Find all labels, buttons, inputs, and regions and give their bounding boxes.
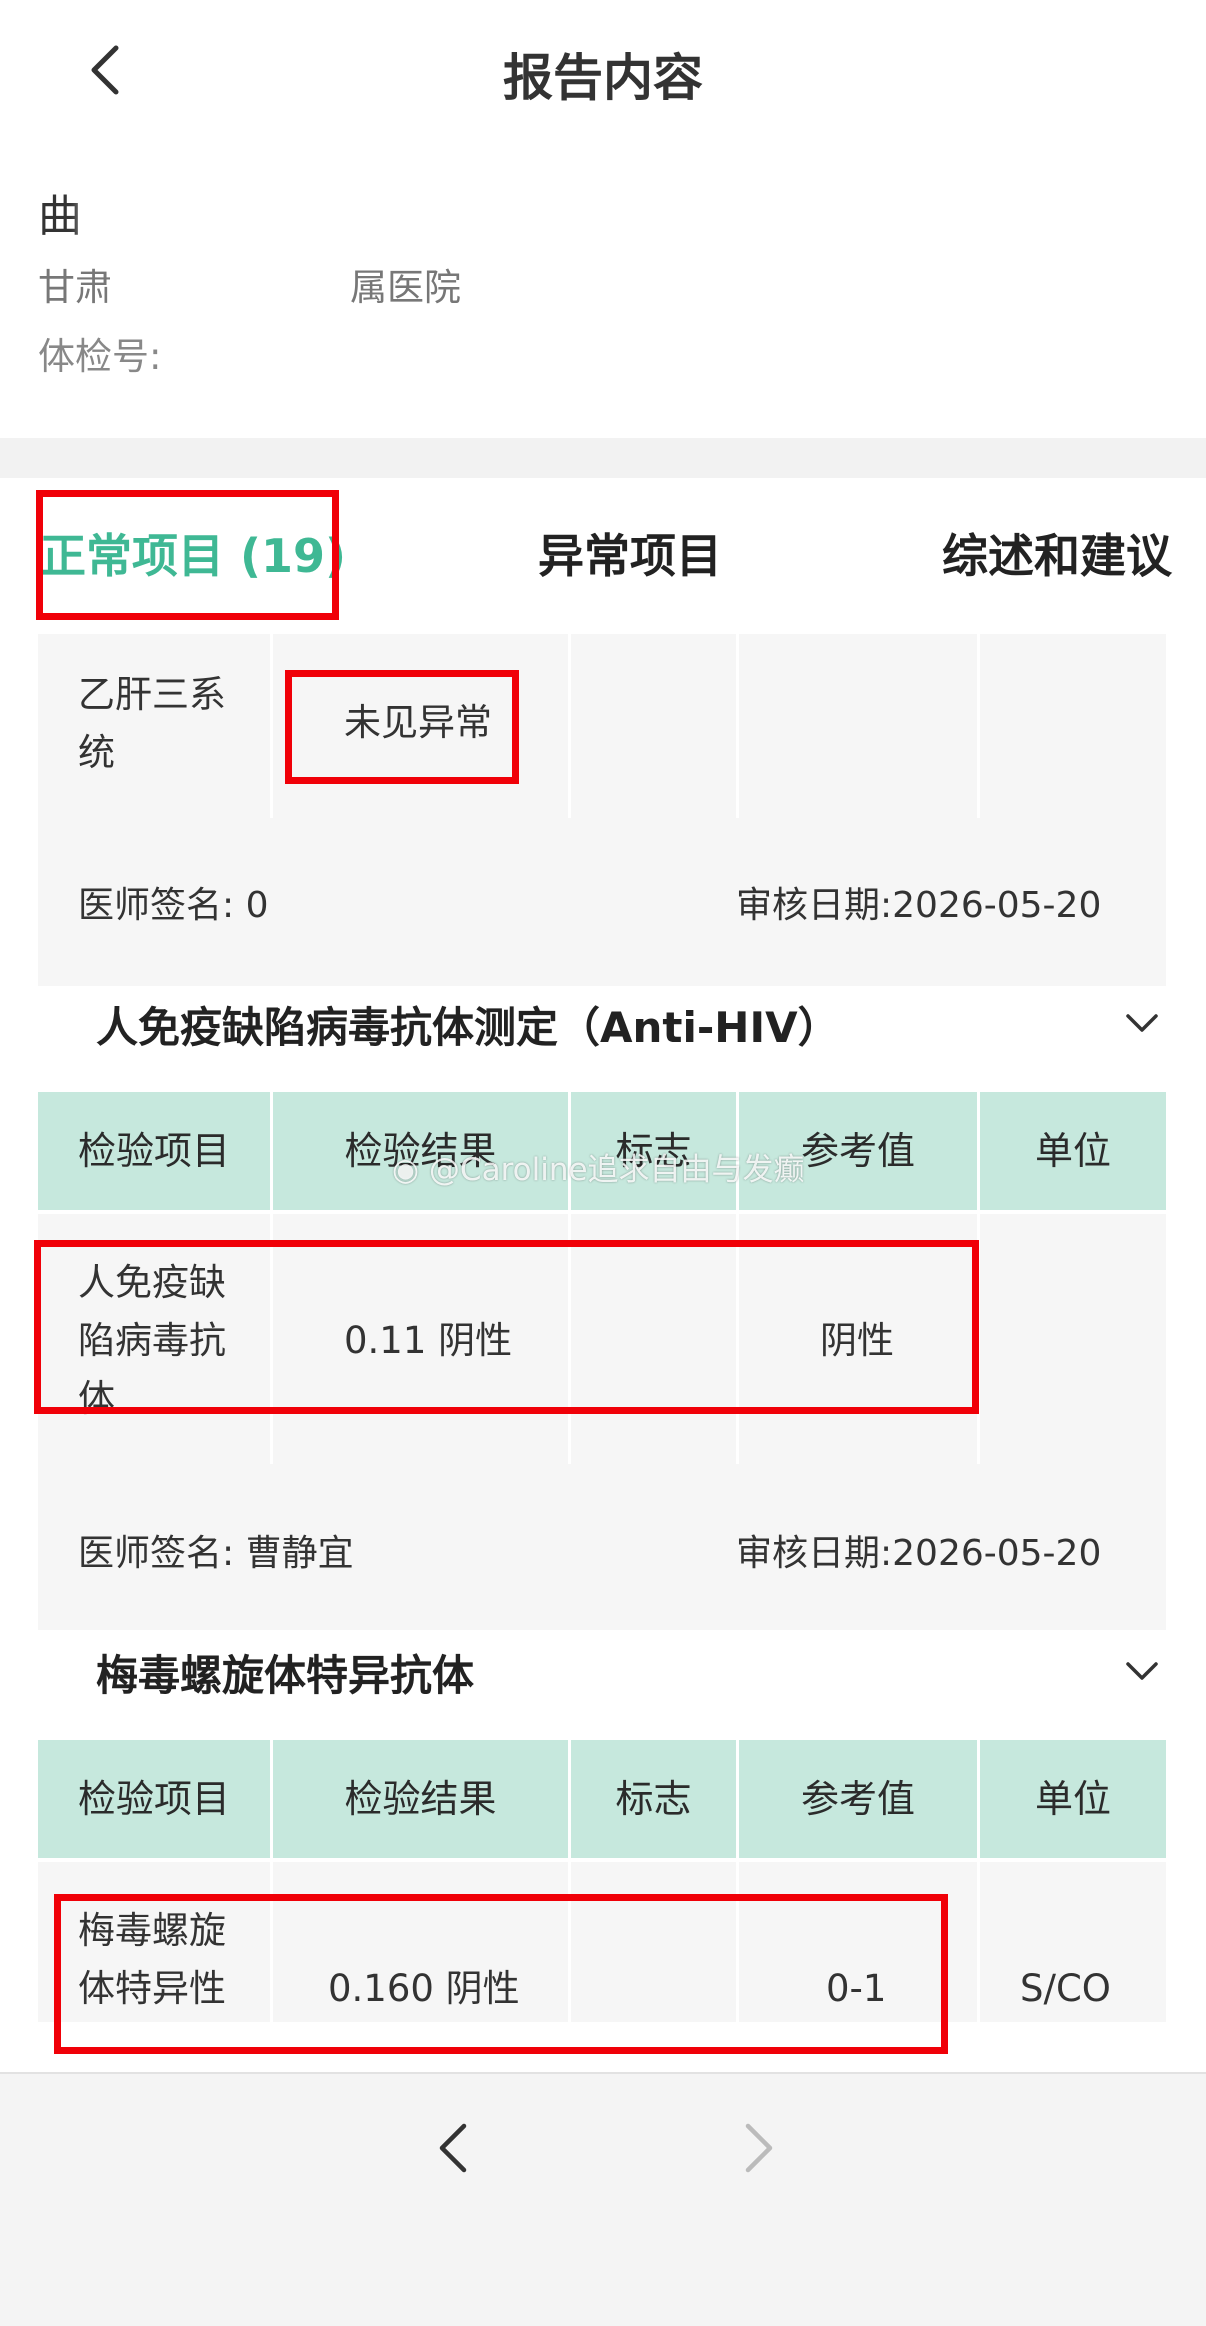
- column-header: 检验项目: [77, 1777, 230, 1821]
- column-header: 检验项目: [77, 1129, 230, 1173]
- table-cell-item: 乙肝三系统: [78, 673, 226, 774]
- section-title-hiv[interactable]: 人免疫缺陷病毒抗体测定（Anti-HIV）: [96, 994, 840, 1055]
- section-title-syphilis[interactable]: 梅毒螺旋体特异抗体: [96, 1642, 474, 1703]
- column-header: 检验结果: [344, 1777, 497, 1821]
- annotation-box: [285, 670, 519, 784]
- section-divider: [0, 438, 1206, 478]
- patient-hospital-suffix: 属医院: [350, 266, 461, 309]
- page-title: 报告内容: [503, 49, 703, 107]
- bottom-nav-bar: [0, 2072, 1206, 2326]
- patient-name: 曲: [38, 191, 82, 242]
- weibo-logo-icon: ◉: [392, 1152, 420, 1188]
- tab-abnormal-items[interactable]: 异常项目: [538, 520, 722, 586]
- column-header: 参考值: [800, 1777, 915, 1821]
- review-date: 审核日期:2026-05-20: [736, 1533, 1102, 1574]
- chevron-right-icon[interactable]: [736, 2118, 782, 2178]
- doctor-signature: 医师签名: 曹静宜: [78, 1533, 354, 1574]
- annotation-box: [54, 1894, 948, 2054]
- doctor-signature: 医师签名: 0: [78, 885, 269, 926]
- chevron-down-icon[interactable]: [1122, 1650, 1162, 1690]
- column-header: 标志: [615, 1777, 692, 1821]
- tab-summary-advice[interactable]: 综述和建议: [942, 520, 1172, 586]
- patient-hospital-prefix: 甘肃: [38, 266, 112, 309]
- table-cell-unit: S/CO: [1020, 1967, 1111, 2010]
- chevron-down-icon[interactable]: [1122, 1002, 1162, 1042]
- annotation-box: [36, 490, 339, 620]
- annotation-box: [34, 1240, 979, 1414]
- exam-number-label: 体检号:: [38, 335, 162, 378]
- column-header: 单位: [1034, 1777, 1111, 1821]
- column-header: 单位: [1034, 1129, 1111, 1173]
- review-date: 审核日期:2026-05-20: [736, 885, 1102, 926]
- chevron-left-icon[interactable]: [430, 2118, 476, 2178]
- watermark: ◉ @Caroline追求自由与发癫: [392, 1152, 805, 1188]
